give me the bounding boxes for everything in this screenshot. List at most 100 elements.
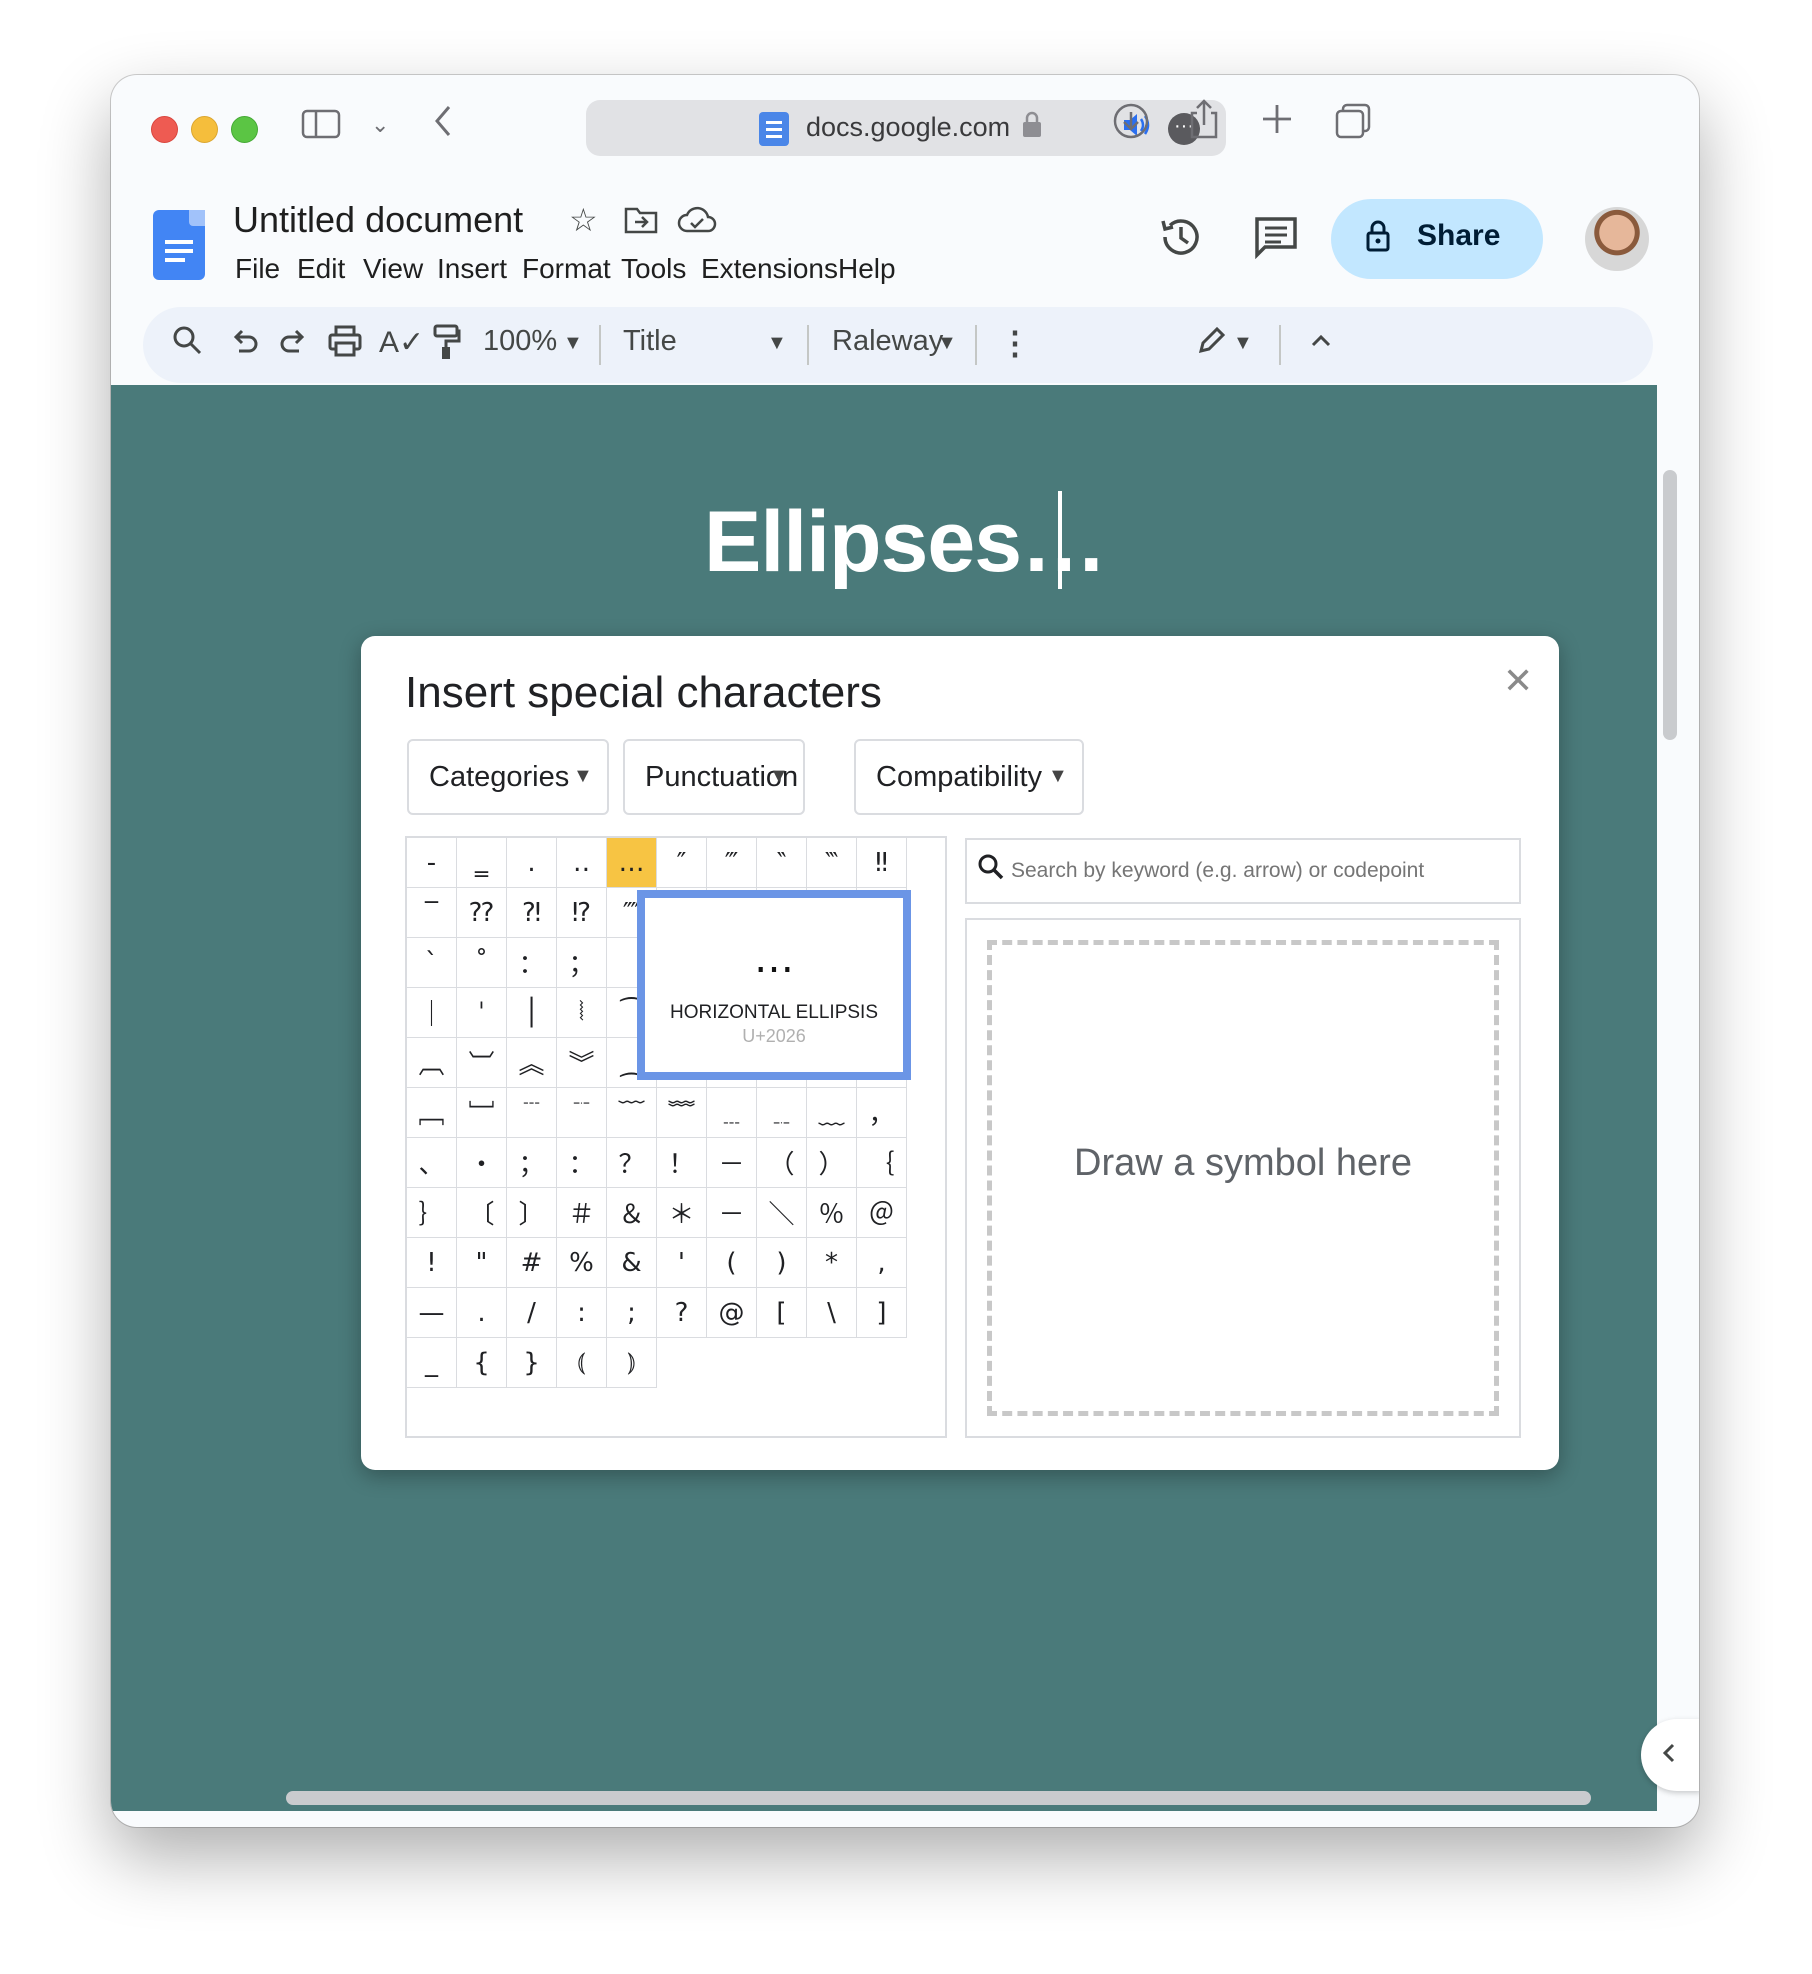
chevron-down-icon[interactable]: ⌄ <box>371 105 389 145</box>
menu-view[interactable]: View <box>363 253 423 285</box>
character-cell[interactable]: ％ <box>807 1188 857 1238</box>
comments-icon[interactable] <box>1253 215 1299 270</box>
editing-mode-pencil-icon[interactable] <box>1195 323 1227 368</box>
undo-icon[interactable] <box>229 323 259 368</box>
character-cell[interactable]: ｝ <box>407 1188 457 1238</box>
character-cell[interactable]: ˚ <box>457 938 507 988</box>
character-cell[interactable]: ＆ <box>607 1188 657 1238</box>
character-cell[interactable]: ； <box>557 938 607 988</box>
character-cell[interactable]: ｛ <box>857 1138 907 1188</box>
character-cell[interactable]: ; <box>607 1288 657 1338</box>
character-cell[interactable]: ) <box>757 1238 807 1288</box>
chevron-up-icon[interactable] <box>1307 323 1335 368</box>
character-cell[interactable]: ‐ <box>407 838 457 888</box>
character-cell[interactable]: ﹌ <box>657 1088 707 1138</box>
tab-overview-icon[interactable] <box>1333 101 1373 150</box>
cloud-saved-icon[interactable] <box>677 205 717 243</box>
character-cell[interactable]: ] <box>857 1288 907 1338</box>
back-icon[interactable] <box>431 101 455 150</box>
caret-down-icon[interactable]: ▼ <box>937 323 957 363</box>
character-cell[interactable]: ⁉ <box>557 888 607 938</box>
menu-edit[interactable]: Edit <box>297 253 345 285</box>
character-cell[interactable]: % <box>557 1238 607 1288</box>
character-cell[interactable]: ・ <box>457 1138 507 1188</box>
character-cell[interactable]: （ <box>757 1138 807 1188</box>
character-cell[interactable]: ＃ <box>557 1188 607 1238</box>
character-cell[interactable]: [ <box>757 1288 807 1338</box>
character-cell[interactable]: , <box>857 1238 907 1288</box>
download-icon[interactable] <box>1111 101 1151 150</box>
character-cell[interactable]: ‶ <box>757 838 807 888</box>
paint-format-icon[interactable] <box>431 323 461 370</box>
character-cell[interactable]: ｜ <box>407 988 457 1038</box>
character-cell[interactable]: － <box>707 1188 757 1238</box>
character-cell[interactable]: 〕 <box>507 1188 557 1238</box>
character-cell[interactable]: ․ <box>507 838 557 888</box>
character-cell[interactable]: ︹ <box>407 1038 457 1088</box>
search-input[interactable] <box>1009 848 1513 894</box>
more-vert-icon[interactable]: ⋮ <box>999 323 1031 363</box>
caret-down-icon[interactable]: ▼ <box>563 323 583 363</box>
character-cell[interactable]: ! <box>407 1238 457 1288</box>
character-cell[interactable]: ‗ <box>457 838 507 888</box>
spellcheck-icon[interactable]: A✓ <box>379 323 424 363</box>
redo-icon[interactable] <box>279 323 309 368</box>
character-cell[interactable]: ﹎ <box>757 1088 807 1138</box>
character-cell[interactable]: ＼ <box>757 1188 807 1238</box>
punctuation-dropdown[interactable]: Punctuation ▼ <box>623 739 805 815</box>
zoom-window-button[interactable] <box>231 116 258 143</box>
character-cell[interactable]: / <box>507 1288 557 1338</box>
version-history-icon[interactable] <box>1157 213 1205 272</box>
character-cell[interactable]: ‾ <box>407 888 457 938</box>
character-cell[interactable]: ˋ <box>407 938 457 988</box>
character-cell[interactable]: ＊ <box>657 1188 707 1238</box>
menu-format[interactable]: Format <box>522 253 611 285</box>
document-heading[interactable]: Ellipses… <box>111 493 1699 592</box>
character-cell[interactable]: ﹉ <box>507 1088 557 1138</box>
search-menus-icon[interactable] <box>171 323 203 368</box>
character-cell[interactable]: . <box>457 1288 507 1338</box>
character-cell[interactable]: ； <box>507 1138 557 1188</box>
character-cell[interactable]: ！ <box>657 1138 707 1188</box>
character-cell[interactable]: ﹊ <box>557 1088 607 1138</box>
character-cell[interactable]: ， <box>857 1088 907 1138</box>
character-cell[interactable]: \ <box>807 1288 857 1338</box>
character-cell[interactable]: 、 <box>407 1138 457 1188</box>
character-cell[interactable]: # <box>507 1238 557 1288</box>
paragraph-style-select[interactable]: Title <box>623 325 677 358</box>
character-cell[interactable]: ： <box>557 1138 607 1188</box>
categories-dropdown[interactable]: Categories ▼ <box>407 739 609 815</box>
menu-tools[interactable]: Tools <box>621 253 686 285</box>
character-cell[interactable]: ： <box>507 938 557 988</box>
google-docs-logo-icon[interactable] <box>153 210 205 280</box>
character-cell[interactable]: } <box>507 1338 557 1388</box>
character-cell[interactable]: ' <box>657 1238 707 1288</box>
character-cell[interactable]: " <box>457 1238 507 1288</box>
character-cell[interactable]: ﹍ <box>707 1088 757 1138</box>
character-cell[interactable]: ˈ <box>457 988 507 1038</box>
character-cell[interactable]: ︺ <box>457 1038 507 1088</box>
character-cell[interactable]: ？ <box>607 1138 657 1188</box>
character-cell[interactable]: & <box>607 1238 657 1288</box>
zoom-select[interactable]: 100% <box>483 325 557 358</box>
minimize-window-button[interactable] <box>191 116 218 143</box>
character-cell[interactable]: ︽ <box>507 1038 557 1088</box>
share-button[interactable]: Share <box>1331 199 1543 279</box>
font-select[interactable]: Raleway <box>832 325 943 358</box>
character-cell[interactable]: ⦅ <box>557 1338 607 1388</box>
character-cell[interactable]: ⁇ <box>457 888 507 938</box>
character-cell[interactable]: ″ <box>657 838 707 888</box>
character-cell[interactable]: ︾ <box>557 1038 607 1088</box>
character-cell[interactable]: _ <box>407 1338 457 1388</box>
move-folder-icon[interactable] <box>623 205 659 243</box>
character-cell[interactable]: ﹋ <box>607 1088 657 1138</box>
new-tab-icon[interactable] <box>1259 101 1295 146</box>
caret-down-icon[interactable]: ▼ <box>1233 323 1253 363</box>
document-title[interactable]: Untitled document <box>233 199 523 241</box>
caret-down-icon[interactable]: ▼ <box>767 323 787 363</box>
character-cell[interactable]: ） <box>807 1138 857 1188</box>
character-cell[interactable]: ( <box>707 1238 757 1288</box>
print-icon[interactable] <box>327 323 363 368</box>
character-cell[interactable]: ﹈ <box>457 1088 507 1138</box>
menu-help[interactable]: Help <box>838 253 896 285</box>
